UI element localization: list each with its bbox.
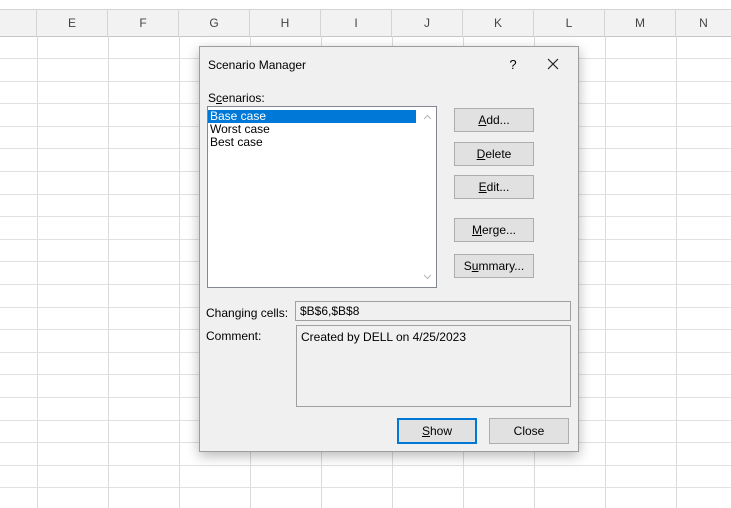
scenario-item-best-case[interactable]: Best case xyxy=(208,136,436,149)
column-header-f[interactable]: F xyxy=(108,10,179,36)
column-header-i[interactable]: I xyxy=(321,10,392,36)
column-header-l[interactable]: L xyxy=(534,10,605,36)
merge-button[interactable]: Merge... xyxy=(454,218,534,242)
column-header-j[interactable]: J xyxy=(392,10,463,36)
scroll-up-arrow-icon[interactable] xyxy=(423,113,432,122)
help-button[interactable]: ? xyxy=(501,55,525,75)
column-header-m[interactable]: M xyxy=(605,10,676,36)
close-icon[interactable] xyxy=(540,54,566,76)
column-header-h[interactable]: H xyxy=(250,10,321,36)
add-button[interactable]: Add... xyxy=(454,108,534,132)
scenarios-label: Scenarios: xyxy=(208,91,265,105)
summary-button[interactable]: Summary... xyxy=(454,254,534,278)
column-header-g[interactable]: G xyxy=(179,10,250,36)
comment-label: Comment: xyxy=(206,329,262,343)
listbox-scrollbar[interactable] xyxy=(419,107,436,287)
show-button[interactable]: Show xyxy=(397,418,477,444)
dialog-title: Scenario Manager xyxy=(208,58,307,72)
close-button[interactable]: Close xyxy=(489,418,569,444)
grid-column-line xyxy=(605,36,606,508)
comment-field: Created by DELL on 4/25/2023 xyxy=(296,325,571,407)
scroll-down-arrow-icon[interactable] xyxy=(423,272,432,281)
column-header-k[interactable]: K xyxy=(463,10,534,36)
column-header-e[interactable]: E xyxy=(37,10,108,36)
edit-button[interactable]: Edit... xyxy=(454,175,534,199)
grid-column-line xyxy=(676,36,677,508)
grid-row-line xyxy=(0,487,731,488)
grid-column-line xyxy=(108,36,109,508)
column-header-n[interactable]: N xyxy=(676,10,731,36)
select-all-corner[interactable] xyxy=(0,10,37,36)
changing-cells-label: Changing cells: xyxy=(206,306,289,320)
grid-column-line xyxy=(37,36,38,508)
changing-cells-field: $B$6,$B$8 xyxy=(295,301,571,321)
scenario-manager-dialog: Scenario Manager ? Scenarios: Base case … xyxy=(199,46,579,452)
column-header-bar: E F G H I J K L M N xyxy=(0,9,731,37)
delete-button[interactable]: Delete xyxy=(454,142,534,166)
grid-column-line xyxy=(179,36,180,508)
scenarios-listbox[interactable]: Base case Worst case Best case xyxy=(207,106,437,288)
grid-row-line xyxy=(0,465,731,466)
